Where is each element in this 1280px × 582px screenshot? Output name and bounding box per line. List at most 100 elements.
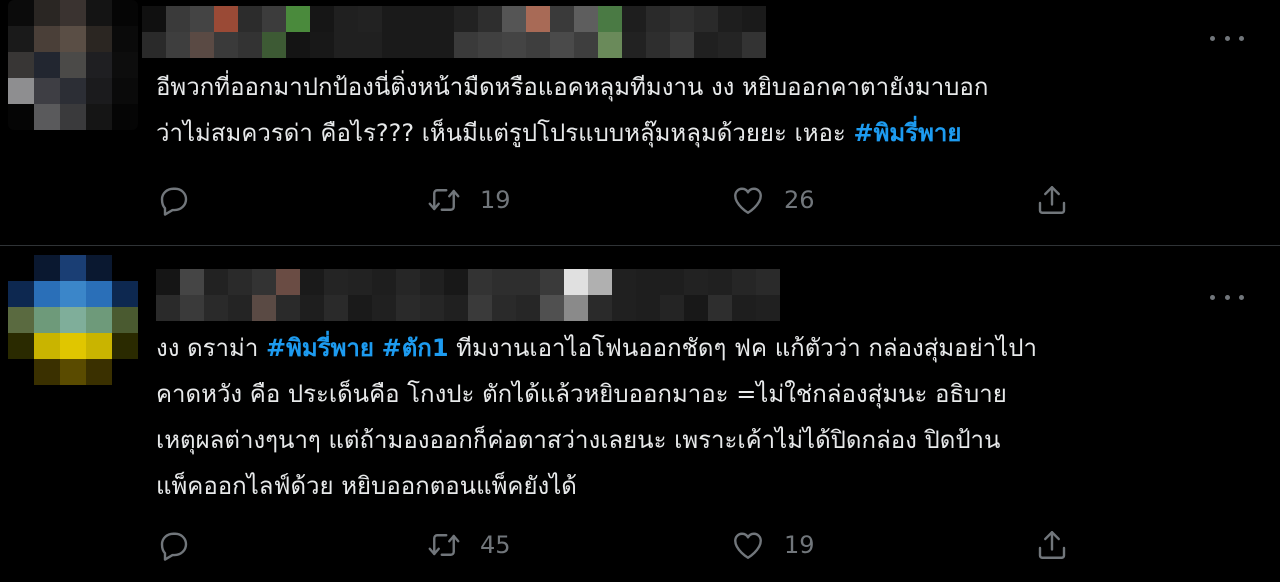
blurred-username[interactable] <box>156 269 780 321</box>
pixel-block <box>454 6 478 32</box>
pixel-block <box>142 32 166 58</box>
avatar[interactable] <box>8 0 138 130</box>
pixel-block <box>86 26 112 52</box>
pixel-block <box>694 6 718 32</box>
pixel-block <box>112 78 138 104</box>
pixel-block <box>396 269 420 295</box>
pixel-block <box>180 269 204 295</box>
share-button[interactable] <box>1034 180 1070 220</box>
pixel-block <box>286 32 310 58</box>
pixel-block <box>694 32 718 58</box>
pixel-block <box>60 52 86 78</box>
pixel-block <box>156 269 180 295</box>
more-dots-icon[interactable] <box>1210 287 1244 307</box>
pixel-block <box>112 104 138 130</box>
like-button[interactable]: 26 <box>730 180 815 220</box>
pixel-block <box>550 6 574 32</box>
pixel-block <box>492 295 516 321</box>
reply-button[interactable] <box>156 180 192 220</box>
pixel-block <box>34 307 60 333</box>
text-segment: อีพวกที่ออกมาปกป้องนี่ติ่งหน้ามืดหรือแอค… <box>156 73 989 101</box>
pixel-block <box>204 295 228 321</box>
pixel-block <box>574 32 598 58</box>
pixel-block <box>60 307 86 333</box>
pixel-block <box>86 255 112 281</box>
hashtag-link[interactable]: #พิมรี่พาย <box>266 334 374 362</box>
pixel-block <box>612 269 636 295</box>
share-icon <box>1038 531 1066 559</box>
pixel-block <box>382 6 406 32</box>
pixel-block <box>430 32 454 58</box>
pixel-block <box>516 269 540 295</box>
pixel-block <box>660 269 684 295</box>
pixel-block <box>112 333 138 359</box>
pixel-block <box>190 32 214 58</box>
pixel-block <box>86 78 112 104</box>
pixel-block <box>574 6 598 32</box>
pixel-block <box>180 295 204 321</box>
pixel-block <box>516 295 540 321</box>
text-segment: งง ดราม่า <box>156 334 266 362</box>
tweet-1[interactable]: อีพวกที่ออกมาปกป้องนี่ติ่งหน้ามืดหรือแอค… <box>0 0 1280 246</box>
retweet-button[interactable]: 45 <box>426 525 511 565</box>
pixel-block <box>300 269 324 295</box>
pixel-block <box>406 32 430 58</box>
pixel-block <box>86 0 112 26</box>
pixel-block <box>598 6 622 32</box>
pixel-block <box>468 295 492 321</box>
pixel-block <box>718 32 742 58</box>
hashtag-link[interactable]: #ตัก1 <box>382 334 449 362</box>
pixel-block <box>444 269 468 295</box>
pixel-block <box>540 269 564 295</box>
heart-icon <box>734 187 762 214</box>
tweet-text-line: ว่าไม่สมควรด่า คือไร??? เห็นมีแต่รูปโปรแ… <box>156 110 1250 156</box>
pixel-block <box>564 269 588 295</box>
pixel-block <box>8 281 34 307</box>
reply-button[interactable] <box>156 525 192 565</box>
tweet-2[interactable]: งง ดราม่า #พิมรี่พาย #ตัก1 ทีมงานเอาไอโฟ… <box>0 247 1280 582</box>
tweet-text: งง ดราม่า #พิมรี่พาย #ตัก1 ทีมงานเอาไอโฟ… <box>156 325 1250 509</box>
retweet-button[interactable]: 19 <box>426 180 511 220</box>
pixel-block <box>8 0 34 26</box>
more-dots-icon[interactable] <box>1210 28 1244 48</box>
pixel-block <box>684 269 708 295</box>
blurred-username[interactable] <box>142 6 766 58</box>
pixel-block <box>8 52 34 78</box>
pixel-block <box>286 6 310 32</box>
pixel-block <box>660 295 684 321</box>
pixel-block <box>112 255 138 281</box>
pixel-block <box>8 26 34 52</box>
pixel-block <box>492 269 516 295</box>
share-icon <box>1038 186 1066 214</box>
pixel-block <box>732 295 756 321</box>
pixel-block <box>34 52 60 78</box>
pixel-block <box>60 0 86 26</box>
pixel-block <box>310 32 334 58</box>
pixel-block <box>262 6 286 32</box>
like-count: 19 <box>784 531 815 559</box>
pixel-block <box>636 295 660 321</box>
pixel-block <box>34 255 60 281</box>
retweet-icon <box>428 534 460 556</box>
pixel-block <box>112 52 138 78</box>
pixel-block <box>742 6 766 32</box>
pixel-block <box>60 281 86 307</box>
pixel-block <box>540 295 564 321</box>
pixel-block <box>358 6 382 32</box>
share-button[interactable] <box>1034 525 1070 565</box>
heart-icon <box>734 532 762 559</box>
pixel-block <box>420 295 444 321</box>
avatar[interactable] <box>8 255 138 385</box>
pixel-block <box>550 32 574 58</box>
hashtag-link[interactable]: #พิมรี่พาย <box>853 119 961 147</box>
tweet-text: อีพวกที่ออกมาปกป้องนี่ติ่งหน้ามืดหรือแอค… <box>156 64 1250 156</box>
pixel-block <box>34 0 60 26</box>
pixel-block <box>444 295 468 321</box>
pixel-block <box>252 269 276 295</box>
pixel-block <box>142 6 166 32</box>
pixel-block <box>406 6 430 32</box>
pixel-block <box>372 269 396 295</box>
like-button[interactable]: 19 <box>730 525 815 565</box>
pixel-block <box>670 6 694 32</box>
pixel-block <box>34 281 60 307</box>
